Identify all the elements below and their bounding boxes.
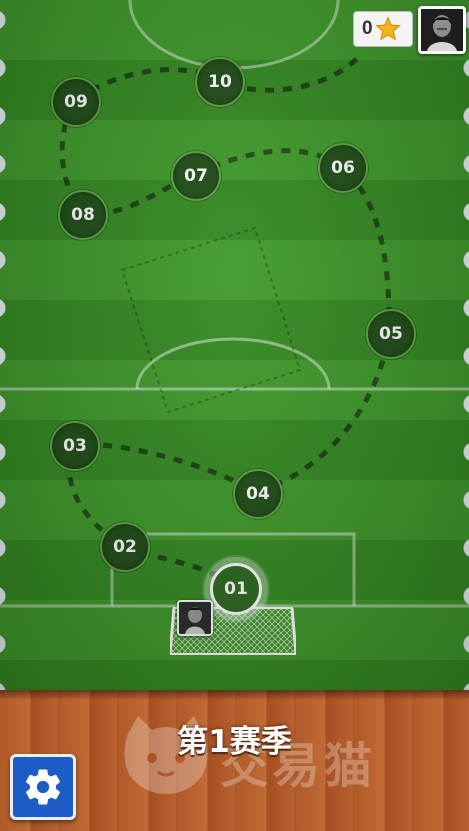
player-avatar-icon (421, 9, 463, 51)
level-node-01[interactable]: 01 (210, 563, 262, 615)
level-node-06[interactable]: 06 (318, 143, 368, 193)
level-node-10[interactable]: 10 (195, 57, 245, 107)
soccer-pitch: 01 02 03 04 05 06 07 08 09 10 (0, 0, 469, 690)
settings-button[interactable] (10, 754, 76, 820)
level-node-07[interactable]: 07 (171, 151, 221, 201)
gear-icon (25, 769, 60, 805)
star-counter: 0 (353, 11, 413, 47)
star-icon (374, 16, 401, 41)
level-node-09[interactable]: 09 (51, 77, 101, 127)
cloud-border-left (0, 0, 10, 690)
level-node-08[interactable]: 08 (58, 190, 108, 240)
cloud-border-right (459, 0, 469, 690)
player-face-icon (179, 602, 211, 634)
level-node-05[interactable]: 05 (366, 309, 416, 359)
star-count: 0 (362, 18, 373, 39)
level-node-02[interactable]: 02 (100, 522, 150, 572)
player-position-avatar (177, 600, 213, 636)
level-node-04[interactable]: 04 (233, 469, 283, 519)
profile-avatar-button[interactable] (418, 6, 466, 54)
level-node-03[interactable]: 03 (50, 421, 100, 471)
